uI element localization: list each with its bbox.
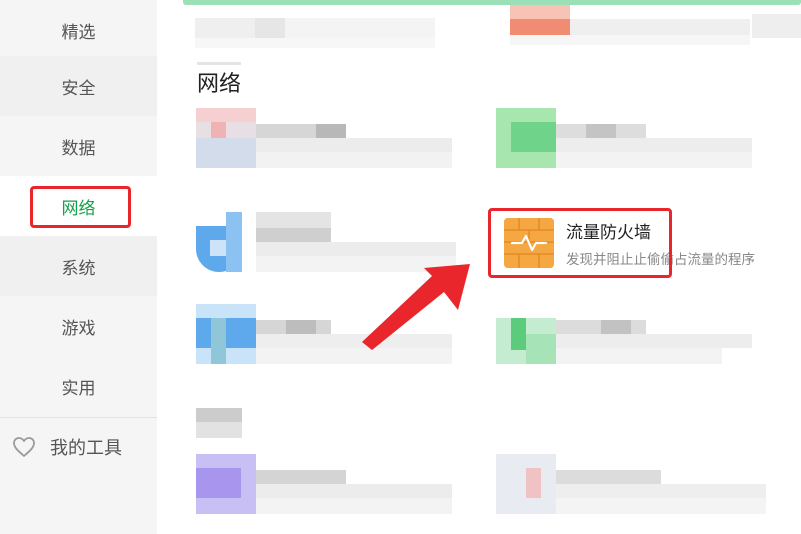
blurred-section-title	[196, 408, 242, 438]
firewall-highlight-box	[488, 208, 672, 278]
blurred-tool-card[interactable]	[196, 304, 452, 366]
sidebar-item-label: 系统	[61, 258, 96, 279]
sidebar-item-system[interactable]: 系统	[0, 236, 157, 296]
my-tools-button[interactable]: 我的工具	[12, 430, 122, 464]
blurred-tool-card[interactable]	[496, 304, 752, 366]
sidebar-item-data[interactable]: 数据	[0, 116, 157, 176]
sidebar-item-utilities[interactable]: 实用	[0, 356, 157, 416]
tool-panel: 网络 流量防火墙 发现并阻止止偷偷占流量的程序	[157, 0, 801, 534]
heart-icon	[12, 436, 36, 458]
blurred-tool-card[interactable]	[752, 14, 801, 38]
blurred-tool-card[interactable]	[496, 454, 766, 516]
sidebar-item-label: 安全	[61, 78, 96, 99]
section-title: 网络	[197, 72, 242, 97]
sidebar-item-featured[interactable]: 精选	[0, 0, 157, 60]
sidebar-item-label: 实用	[61, 378, 96, 399]
sidebar-item-security[interactable]: 安全	[0, 56, 157, 116]
blurred-tool-card[interactable]	[195, 8, 435, 48]
sidebar-item-label: 游戏	[61, 318, 96, 339]
section-title-rule	[197, 62, 241, 65]
sidebar-nav: 精选 安全 数据 网络 系统 游戏 实用 我的工具	[0, 0, 157, 534]
blurred-tool-card[interactable]	[196, 212, 456, 274]
sidebar-item-games[interactable]: 游戏	[0, 296, 157, 356]
blurred-tool-card[interactable]	[510, 5, 750, 45]
my-tools-label: 我的工具	[50, 438, 122, 459]
sidebar-item-label: 精选	[61, 22, 96, 43]
blurred-tool-card[interactable]	[496, 108, 752, 170]
sidebar-item-label: 数据	[61, 138, 96, 159]
sidebar-divider	[0, 417, 157, 418]
blurred-tool-card[interactable]	[196, 108, 452, 170]
blurred-tool-card[interactable]	[196, 454, 452, 516]
nav-highlight-box	[30, 186, 131, 228]
